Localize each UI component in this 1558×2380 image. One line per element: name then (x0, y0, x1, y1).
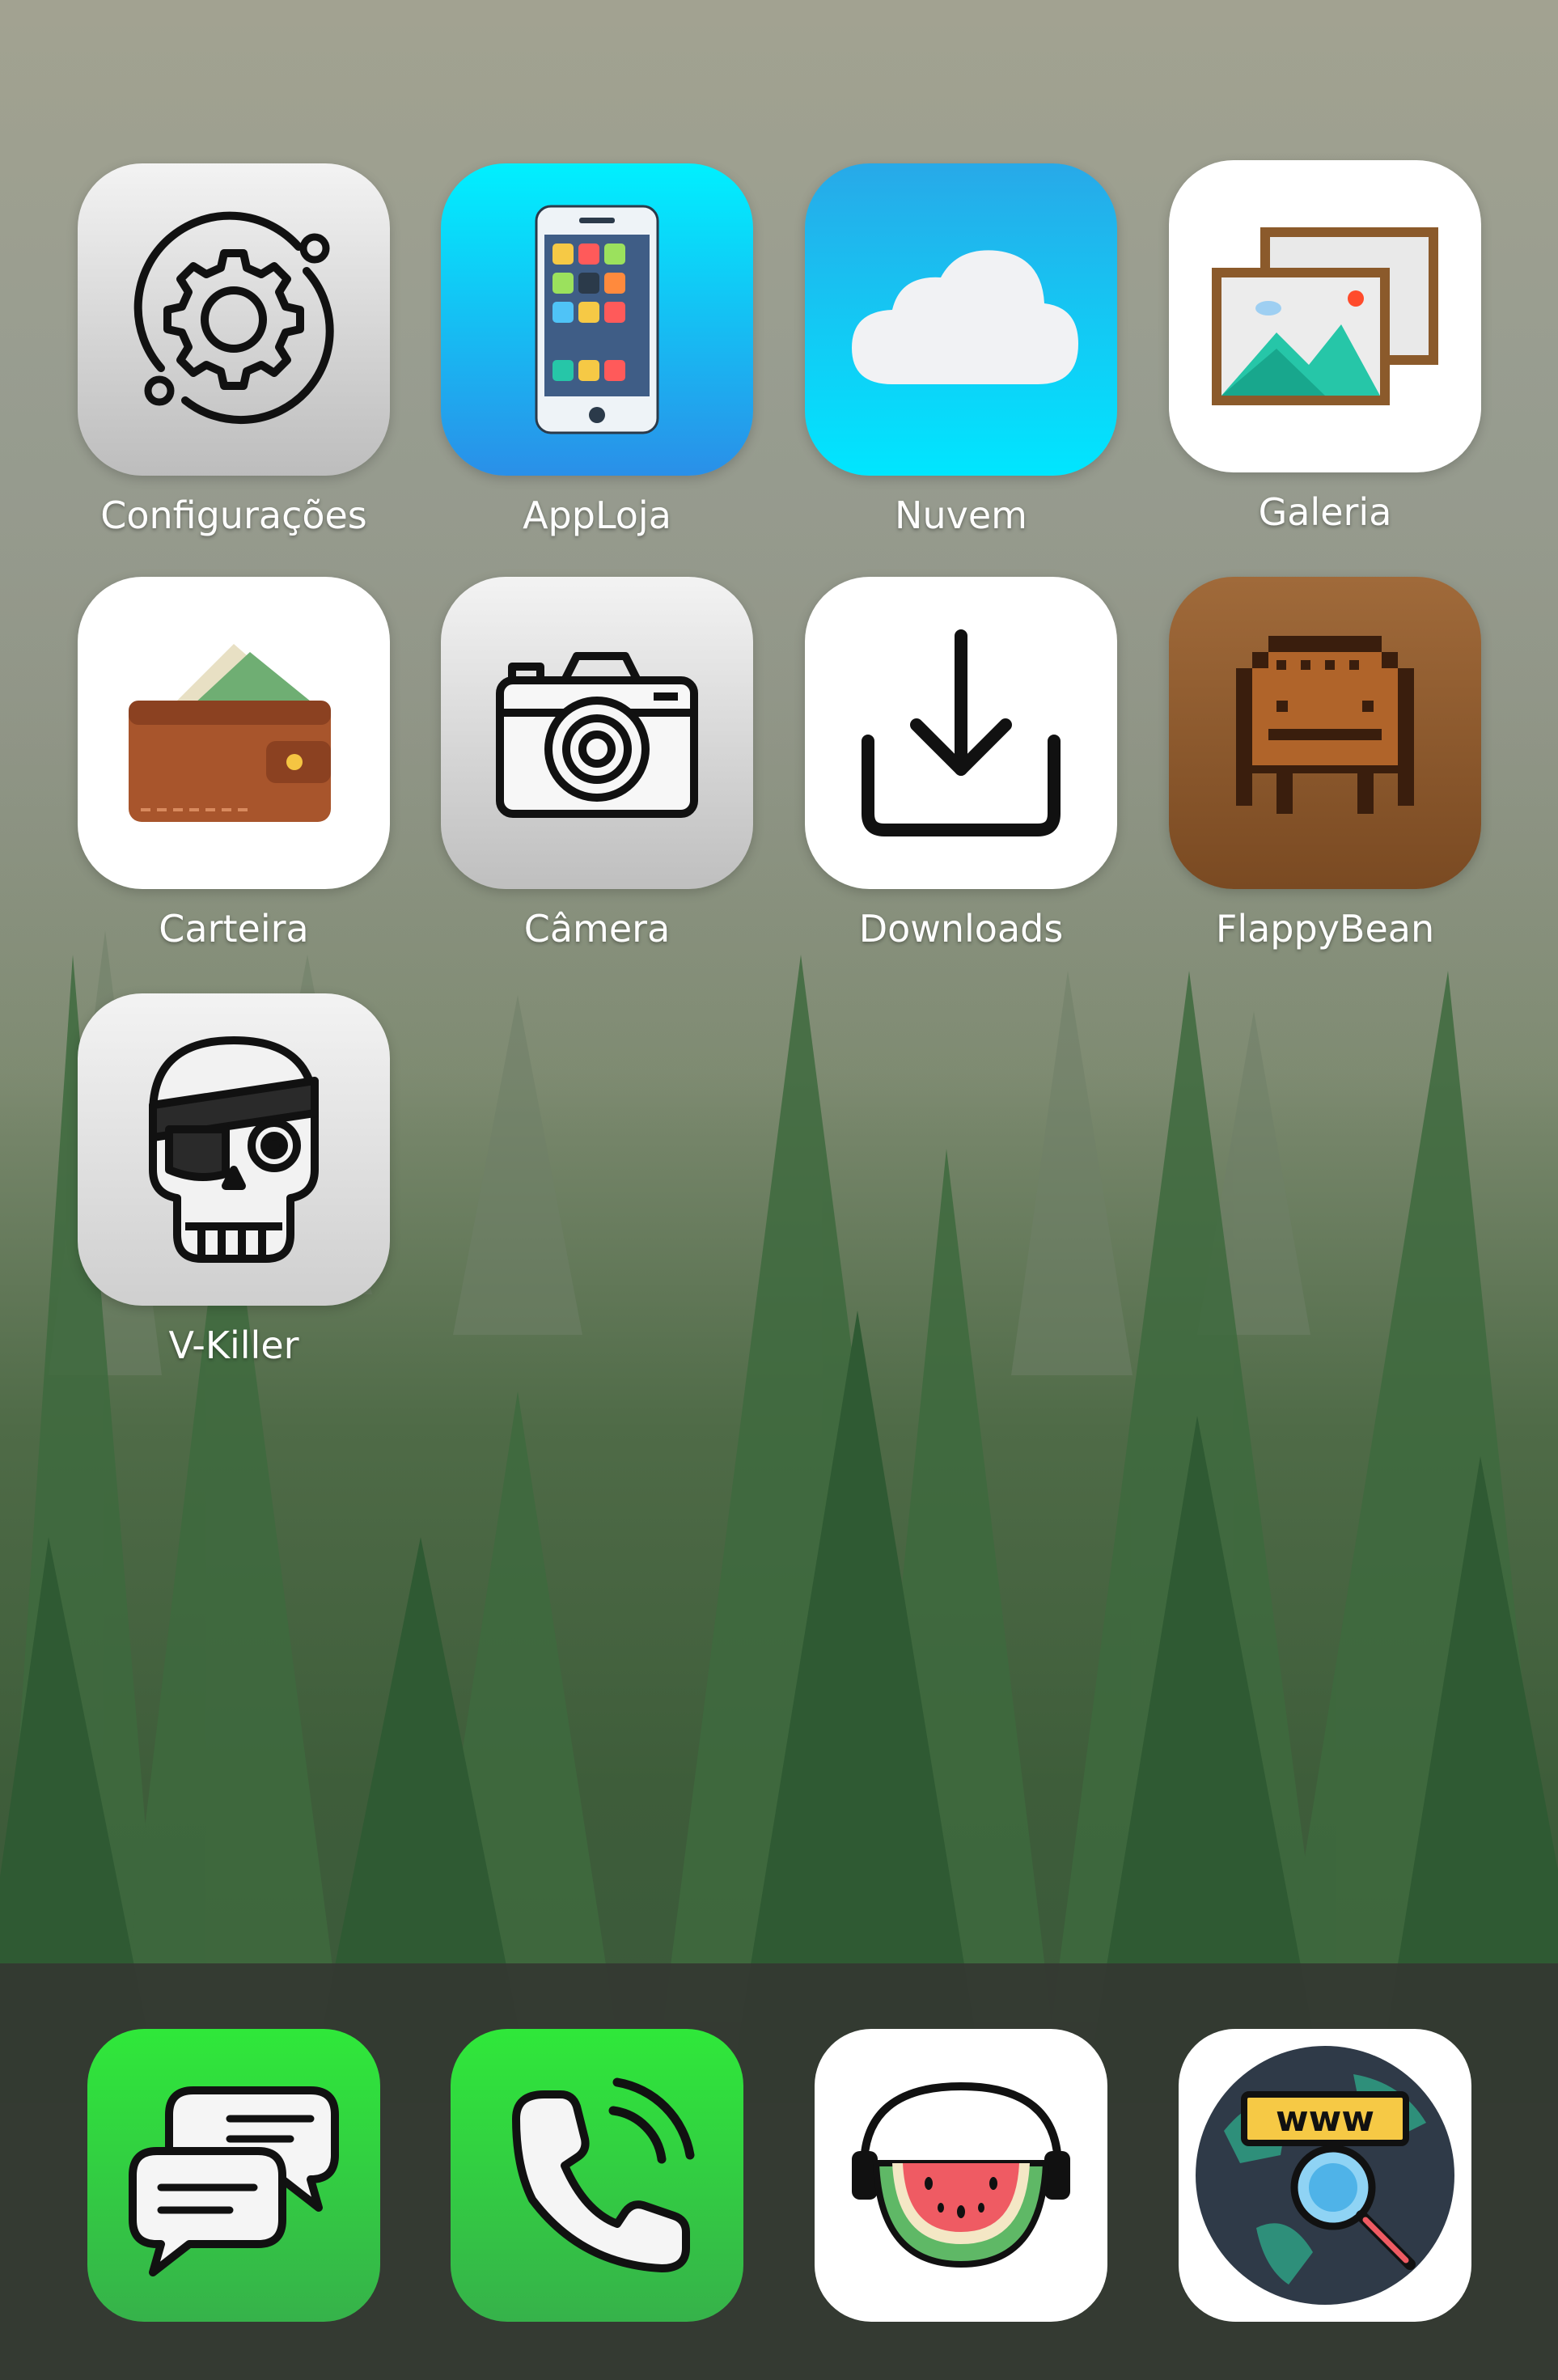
download-icon[interactable] (805, 577, 1117, 889)
app-label: Carteira (159, 907, 309, 951)
cloud-icon[interactable] (805, 163, 1117, 476)
watermelon-headphones-icon[interactable] (815, 2029, 1107, 2322)
app-label: Configurações (100, 493, 367, 537)
app-camera[interactable]: Câmera (441, 577, 753, 951)
camera-icon[interactable] (441, 577, 753, 889)
app-gallery[interactable]: Galeria (1169, 160, 1481, 534)
app-label: Galeria (1258, 490, 1392, 534)
pixel-bean-icon[interactable] (1169, 577, 1481, 889)
gear-orbit-icon[interactable] (78, 163, 390, 476)
chat-bubbles-icon[interactable] (87, 2029, 380, 2322)
app-cloud[interactable]: Nuvem (805, 163, 1117, 537)
wallet-icon[interactable] (78, 577, 390, 889)
app-label: Câmera (523, 907, 671, 951)
app-downloads[interactable]: Downloads (805, 577, 1117, 951)
app-label: V-Killer (168, 1323, 299, 1367)
app-vkiller[interactable]: V-Killer (78, 993, 390, 1367)
photo-frames-icon[interactable] (1169, 160, 1481, 472)
app-settings[interactable]: Configurações (78, 163, 390, 537)
svg-text:www: www (1276, 2098, 1374, 2140)
app-label: AppLoja (523, 493, 671, 537)
phone-icon[interactable] (451, 2029, 743, 2322)
app-flappybean[interactable]: FlappyBean (1169, 577, 1481, 951)
smartphone-apps-icon[interactable] (441, 163, 753, 476)
app-label: FlappyBean (1215, 907, 1435, 951)
app-label: Downloads (858, 907, 1064, 951)
app-label: Nuvem (895, 493, 1027, 537)
app-wallet[interactable]: Carteira (78, 577, 390, 951)
pirate-skull-icon[interactable] (78, 993, 390, 1306)
app-appstore[interactable]: AppLoja (441, 163, 753, 537)
globe-www-search-icon[interactable]: www (1179, 2029, 1471, 2322)
